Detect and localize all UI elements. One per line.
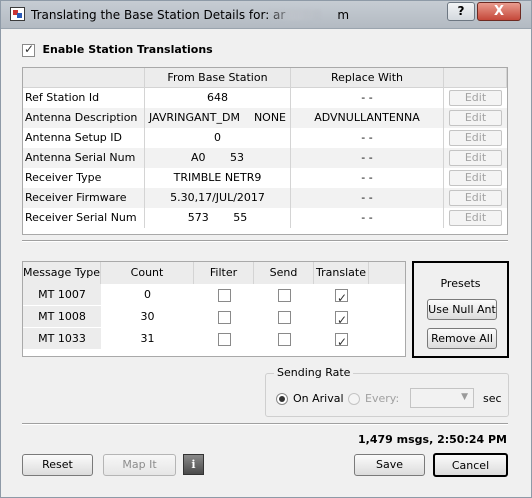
send-checkbox[interactable] [277, 332, 291, 346]
translate-checkbox[interactable] [335, 309, 348, 331]
from-value: 573 55 [145, 208, 291, 228]
message-table-header: Message Type Count Filter Send Translate [23, 262, 405, 284]
from-value: 5.30,17/JUL/2017 [145, 188, 291, 208]
close-button[interactable]: X [477, 2, 521, 21]
table-row[interactable]: MT 1008 30 [23, 306, 405, 331]
every-interval-select[interactable]: ▼ [410, 388, 474, 408]
app-icon [10, 7, 25, 21]
message-table: Message Type Count Filter Send Translate… [22, 261, 406, 357]
table-row[interactable]: Ref Station Id 648 - - Edit [23, 88, 507, 108]
header-from-base: From Base Station [145, 68, 291, 88]
edit-button[interactable]: Edit [449, 210, 502, 226]
sending-rate-group: Sending Rate On Arival Every: ▼ sec [265, 366, 509, 417]
replace-value: - - [291, 128, 444, 148]
header-replace-with: Replace With [291, 68, 444, 88]
replace-value: - - [291, 188, 444, 208]
on-arrival-label: On Arival [293, 392, 344, 405]
header-name [23, 68, 145, 88]
rate-unit: sec [483, 392, 502, 405]
replace-value: - - [291, 88, 444, 108]
table-row[interactable]: Antenna Serial Num A0 53 - - Edit [23, 148, 507, 168]
table-row[interactable]: Antenna Setup ID 0 - - Edit [23, 128, 507, 148]
info-icon[interactable]: i [183, 454, 204, 475]
help-button[interactable]: ? [447, 2, 475, 21]
field-name: Antenna Description [23, 108, 145, 128]
edit-button[interactable]: Edit [449, 150, 502, 166]
edit-button[interactable]: Edit [449, 130, 502, 146]
map-it-button[interactable]: Map It [103, 454, 176, 476]
filter-checkbox[interactable] [217, 332, 231, 346]
translate-checkbox[interactable] [335, 331, 348, 353]
station-details-table: From Base Station Replace With Ref Stati… [22, 67, 508, 235]
table-row[interactable]: Receiver Serial Num 573 55 - - Edit [23, 208, 507, 228]
replace-value: - - [291, 168, 444, 188]
translation-dialog: Translating the Base Station Details for… [0, 0, 532, 498]
status-text: 1,479 msgs, 2:50:24 PM [358, 433, 507, 446]
from-value: TRIMBLE NETR9 [145, 168, 291, 188]
field-name: Receiver Serial Num [23, 208, 145, 228]
edit-button[interactable]: Edit [449, 90, 502, 106]
remove-all-button[interactable]: Remove All [427, 328, 497, 349]
table-row[interactable]: Antenna Description JAVRINGANT_DM NONE A… [23, 108, 507, 128]
from-value: 648 [145, 88, 291, 108]
presets-panel: Presets Use Null Ant Remove All [412, 261, 509, 358]
message-count: 31 [140, 332, 155, 345]
table-row[interactable]: MT 1007 0 [23, 284, 405, 309]
save-button[interactable]: Save [354, 454, 425, 476]
replace-value: - - [291, 148, 444, 168]
header-translate: Translate [314, 262, 369, 284]
from-value: 0 [145, 128, 291, 148]
header-filter: Filter [194, 262, 254, 284]
field-name: Receiver Type [23, 168, 145, 188]
edit-button[interactable]: Edit [449, 170, 502, 186]
presets-title: Presets [440, 277, 481, 290]
message-type: MT 1033 [23, 328, 101, 350]
from-value: A0 53 [145, 148, 291, 168]
field-name: Antenna Serial Num [23, 148, 145, 168]
on-arrival-radio[interactable] [276, 393, 288, 405]
table-row[interactable]: Receiver Firmware 5.30,17/JUL/2017 - - E… [23, 188, 507, 208]
field-name: Receiver Firmware [23, 188, 145, 208]
replace-value: ADVNULLANTENNA [291, 108, 444, 128]
header-message-type: Message Type [23, 262, 101, 284]
message-type: MT 1007 [23, 284, 101, 306]
table-row[interactable]: Receiver Type TRIMBLE NETR9 - - Edit [23, 168, 507, 188]
reset-button[interactable]: Reset [22, 454, 93, 476]
header-action [444, 68, 507, 88]
edit-button[interactable]: Edit [449, 110, 502, 126]
every-radio[interactable] [348, 393, 360, 405]
table-header: From Base Station Replace With [23, 68, 507, 88]
enable-translations-label: Enable Station Translations [42, 43, 213, 56]
chevron-down-icon: ▼ [461, 392, 468, 402]
replace-value: - - [291, 208, 444, 228]
use-null-ant-button[interactable]: Use Null Ant [427, 299, 497, 320]
message-type: MT 1008 [23, 306, 101, 328]
field-name: Ref Station Id [23, 88, 145, 108]
table-row[interactable]: MT 1033 31 [23, 328, 405, 353]
title-redaction [269, 10, 321, 20]
enable-translations-row[interactable]: Enable Station Translations [22, 42, 213, 57]
header-count: Count [101, 262, 194, 284]
separator [22, 423, 508, 425]
message-count: 0 [144, 288, 151, 301]
send-checkbox[interactable] [277, 288, 291, 302]
separator [22, 240, 508, 242]
enable-translations-checkbox[interactable] [22, 42, 35, 57]
every-label: Every: [365, 392, 400, 405]
filter-checkbox[interactable] [217, 310, 231, 324]
sending-rate-legend: Sending Rate [274, 366, 354, 379]
send-checkbox[interactable] [277, 310, 291, 324]
header-send: Send [254, 262, 314, 284]
cancel-button[interactable]: Cancel [433, 453, 508, 477]
title-bar[interactable]: Translating the Base Station Details for… [1, 1, 531, 29]
from-value: JAVRINGANT_DM NONE [145, 108, 291, 128]
message-count: 30 [140, 310, 155, 323]
translate-checkbox[interactable] [335, 287, 348, 309]
edit-button[interactable]: Edit [449, 190, 502, 206]
field-name: Antenna Setup ID [23, 128, 145, 148]
filter-checkbox[interactable] [217, 288, 231, 302]
